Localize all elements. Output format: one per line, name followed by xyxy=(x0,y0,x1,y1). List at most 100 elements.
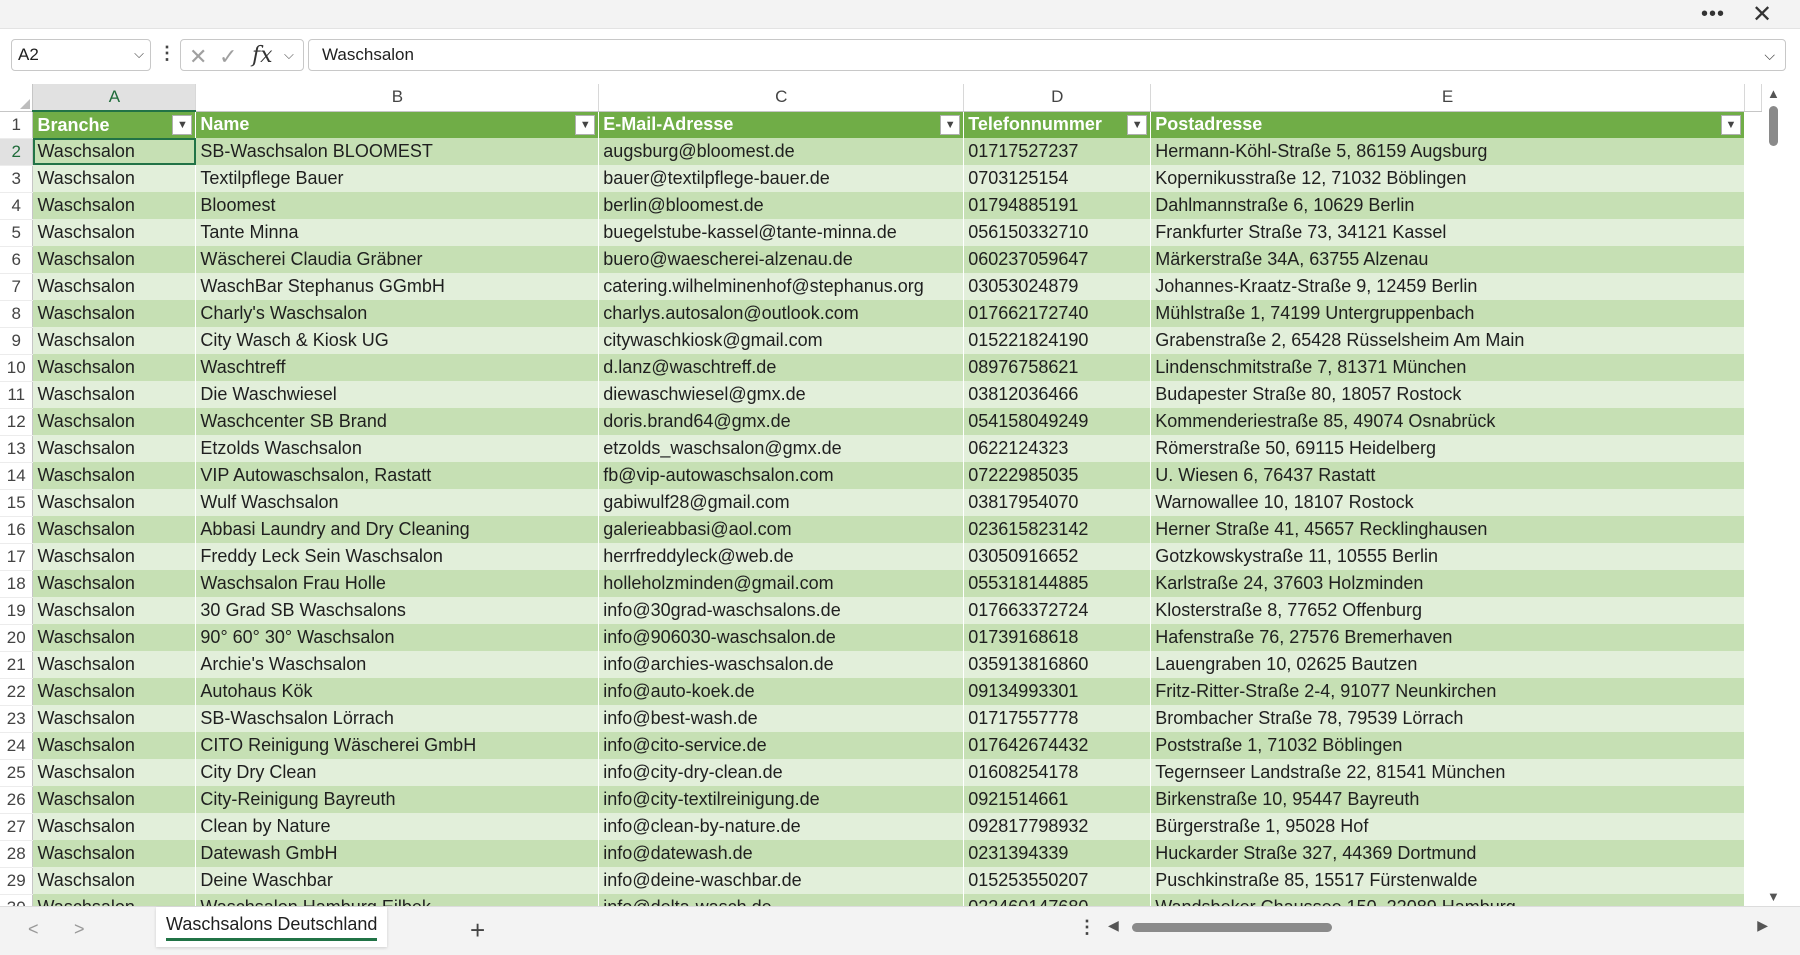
table-cell[interactable]: Waschsalon xyxy=(32,894,197,906)
vertical-dots-icon[interactable]: ⋮ xyxy=(1078,917,1096,938)
horizontal-scrollbar[interactable]: ◀ ▶ xyxy=(1108,917,1768,937)
vertical-dots-icon[interactable]: ⋮ xyxy=(158,43,176,64)
table-cell[interactable]: charlys.autosalon@outlook.com xyxy=(598,300,965,327)
empty-cell[interactable] xyxy=(1744,543,1762,570)
table-cell[interactable]: Märkerstraße 34A, 63755 Alzenau xyxy=(1150,246,1745,273)
empty-cell[interactable] xyxy=(1744,732,1762,759)
table-cell[interactable]: SB-Waschsalon Lörrach xyxy=(195,705,600,732)
table-cell[interactable]: holleholzminden@gmail.com xyxy=(598,570,965,597)
chevron-down-icon[interactable]: ⌵ xyxy=(134,46,144,62)
table-cell[interactable]: Puschkinstraße 85, 15517 Fürstenwalde xyxy=(1150,867,1745,894)
expand-formula-icon[interactable]: ⌵ xyxy=(1764,47,1775,64)
table-cell[interactable]: 08976758621 xyxy=(963,354,1152,381)
formula-input[interactable]: Waschsalon ⌵ xyxy=(308,39,1786,71)
table-cell[interactable]: Waschsalon xyxy=(32,651,197,678)
row-header[interactable]: 11 xyxy=(0,381,34,409)
row-header[interactable]: 26 xyxy=(0,786,34,814)
table-cell[interactable]: WaschBar Stephanus GGmbH xyxy=(195,273,600,300)
table-cell[interactable]: Abbasi Laundry and Dry Cleaning xyxy=(195,516,600,543)
row-header[interactable]: 28 xyxy=(0,840,34,868)
select-all-corner[interactable] xyxy=(0,84,34,112)
table-cell[interactable]: 03812036466 xyxy=(963,381,1152,408)
table-cell[interactable]: Waschsalon xyxy=(32,219,197,246)
table-cell[interactable]: 017663372724 xyxy=(963,597,1152,624)
column-header-a[interactable]: A xyxy=(32,84,197,112)
table-cell[interactable]: doris.brand64@gmx.de xyxy=(598,408,965,435)
table-cell[interactable]: Deine Waschbar xyxy=(195,867,600,894)
empty-cell[interactable] xyxy=(1744,489,1762,516)
row-header[interactable]: 25 xyxy=(0,759,34,787)
chevron-right-icon[interactable]: > xyxy=(74,919,85,940)
table-cell[interactable]: 01717557778 xyxy=(963,705,1152,732)
row-header[interactable]: 4 xyxy=(0,192,34,220)
table-cell[interactable]: catering.wilhelminenhof@stephanus.org xyxy=(598,273,965,300)
table-cell[interactable]: Charly's Waschsalon xyxy=(195,300,600,327)
name-box[interactable]: A2 ⌵ xyxy=(11,39,151,71)
empty-cell[interactable] xyxy=(1744,462,1762,489)
empty-cell[interactable] xyxy=(1744,435,1762,462)
row-header[interactable]: 18 xyxy=(0,570,34,598)
table-cell[interactable]: Waschsalon xyxy=(32,354,197,381)
table-cell[interactable]: City Wasch & Kiosk UG xyxy=(195,327,600,354)
table-cell[interactable]: Waschsalon xyxy=(32,732,197,759)
table-cell[interactable]: Fritz-Ritter-Straße 2-4, 91077 Neunkirch… xyxy=(1150,678,1745,705)
empty-cell[interactable] xyxy=(1744,381,1762,408)
table-cell[interactable]: buegelstube-kassel@tante-minna.de xyxy=(598,219,965,246)
table-cell[interactable]: 015221824190 xyxy=(963,327,1152,354)
empty-cell[interactable] xyxy=(1744,354,1762,381)
table-cell[interactable]: 055318144885 xyxy=(963,570,1152,597)
table-cell[interactable]: diewaschwiesel@gmx.de xyxy=(598,381,965,408)
sheet-tab-waschsalons[interactable]: Waschsalons Deutschland xyxy=(156,907,388,947)
table-cell[interactable]: Clean by Nature xyxy=(195,813,600,840)
table-cell[interactable]: Hafenstraße 76, 27576 Bremerhaven xyxy=(1150,624,1745,651)
table-cell[interactable]: 07222985035 xyxy=(963,462,1152,489)
table-cell[interactable]: Tante Minna xyxy=(195,219,600,246)
header-cell-telefon[interactable]: Telefonnummer ▼ xyxy=(963,111,1152,138)
empty-cell[interactable] xyxy=(1744,273,1762,300)
table-cell[interactable]: Etzolds Waschsalon xyxy=(195,435,600,462)
empty-cell[interactable] xyxy=(1744,246,1762,273)
table-cell[interactable]: Waschsalon xyxy=(32,381,197,408)
table-cell[interactable]: VIP Autowaschsalon, Rastatt xyxy=(195,462,600,489)
table-cell[interactable]: Herner Straße 41, 45657 Recklinghausen xyxy=(1150,516,1745,543)
empty-cell[interactable] xyxy=(1744,219,1762,246)
table-cell[interactable]: Waschsalon xyxy=(32,192,197,219)
scroll-thumb[interactable] xyxy=(1769,106,1778,146)
table-cell[interactable]: info@city-dry-clean.de xyxy=(598,759,965,786)
table-cell[interactable]: 0622124323 xyxy=(963,435,1152,462)
table-cell[interactable]: info@clean-by-nature.de xyxy=(598,813,965,840)
scroll-down-icon[interactable]: ▼ xyxy=(1767,889,1780,904)
table-cell[interactable]: Waschsalon xyxy=(32,786,197,813)
empty-cell[interactable] xyxy=(1744,867,1762,894)
table-cell[interactable]: Mühlstraße 1, 74199 Untergruppenbach xyxy=(1150,300,1745,327)
row-header[interactable]: 14 xyxy=(0,462,34,490)
table-cell[interactable]: Waschsalon xyxy=(32,246,197,273)
table-cell[interactable]: 03050916652 xyxy=(963,543,1152,570)
table-cell[interactable]: Waschsalon Frau Holle xyxy=(195,570,600,597)
table-cell[interactable]: 054158049249 xyxy=(963,408,1152,435)
table-cell[interactable]: buero@waescherei-alzenau.de xyxy=(598,246,965,273)
filter-dropdown-icon[interactable]: ▼ xyxy=(1127,114,1148,135)
table-cell[interactable]: 022460147680 xyxy=(963,894,1152,906)
table-cell[interactable]: Waschsalon xyxy=(32,489,197,516)
empty-cell[interactable] xyxy=(1744,786,1762,813)
header-cell-branche[interactable]: Branche ▼ xyxy=(32,111,197,138)
empty-cell[interactable] xyxy=(1744,300,1762,327)
empty-cell[interactable] xyxy=(1744,408,1762,435)
table-cell[interactable]: Waschsalon xyxy=(32,624,197,651)
filter-dropdown-icon[interactable]: ▼ xyxy=(172,115,193,135)
table-cell[interactable]: Frankfurter Straße 73, 34121 Kassel xyxy=(1150,219,1745,246)
row-header[interactable]: 30 xyxy=(0,894,34,906)
table-cell[interactable]: Waschsalon xyxy=(32,570,197,597)
table-cell[interactable]: Karlstraße 24, 37603 Holzminden xyxy=(1150,570,1745,597)
row-header[interactable]: 10 xyxy=(0,354,34,382)
empty-cell[interactable] xyxy=(1744,813,1762,840)
row-header[interactable]: 13 xyxy=(0,435,34,463)
row-header[interactable]: 12 xyxy=(0,408,34,436)
table-cell[interactable]: CITO Reinigung Wäscherei GmbH xyxy=(195,732,600,759)
empty-cell[interactable] xyxy=(1744,138,1762,165)
table-cell[interactable]: Waschsalon xyxy=(32,138,197,165)
table-cell[interactable]: 01717527237 xyxy=(963,138,1152,165)
table-cell[interactable]: Gotzkowskystraße 11, 10555 Berlin xyxy=(1150,543,1745,570)
table-cell[interactable]: 01608254178 xyxy=(963,759,1152,786)
